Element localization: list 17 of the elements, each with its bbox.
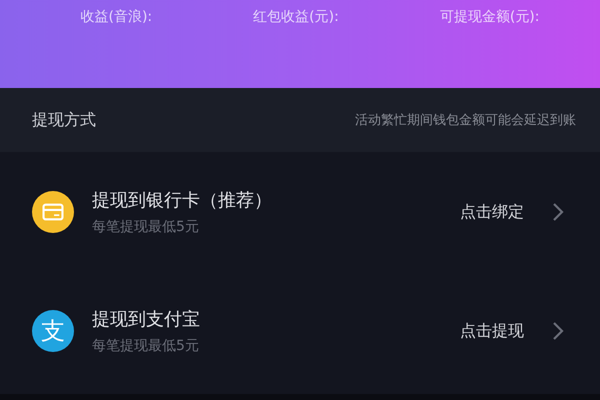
section-title: 提现方式	[32, 110, 96, 130]
card-icon	[32, 191, 74, 233]
notice-text: 活动繁忙期间钱包金额可能会延迟到账	[355, 112, 576, 129]
summary-label: 可提现金额(元):	[440, 8, 540, 26]
option-title: 提现到银行卡（推荐）	[92, 189, 273, 212]
option-subtitle: 每笔提现最低5元	[92, 337, 200, 355]
action-link[interactable]: 点击提现	[460, 320, 524, 342]
summary-label: 收益(音浪):	[80, 8, 152, 26]
option-title: 提现到支付宝	[92, 308, 201, 331]
summary-label: 红包收益(元):	[253, 8, 339, 26]
option-subtitle: 每笔提现最低5元	[92, 218, 200, 236]
withdraw-option[interactable]: 支 提现到支付宝 每笔提现最低5元 点击提现	[0, 272, 600, 390]
action-link[interactable]: 点击绑定	[460, 202, 524, 222]
chevron-right-icon	[552, 202, 564, 222]
withdraw-option[interactable]: 提现到银行卡（推荐） 每笔提现最低5元 点击绑定	[0, 152, 600, 272]
alipay-icon: 支	[32, 310, 74, 352]
chevron-right-icon	[552, 321, 564, 341]
